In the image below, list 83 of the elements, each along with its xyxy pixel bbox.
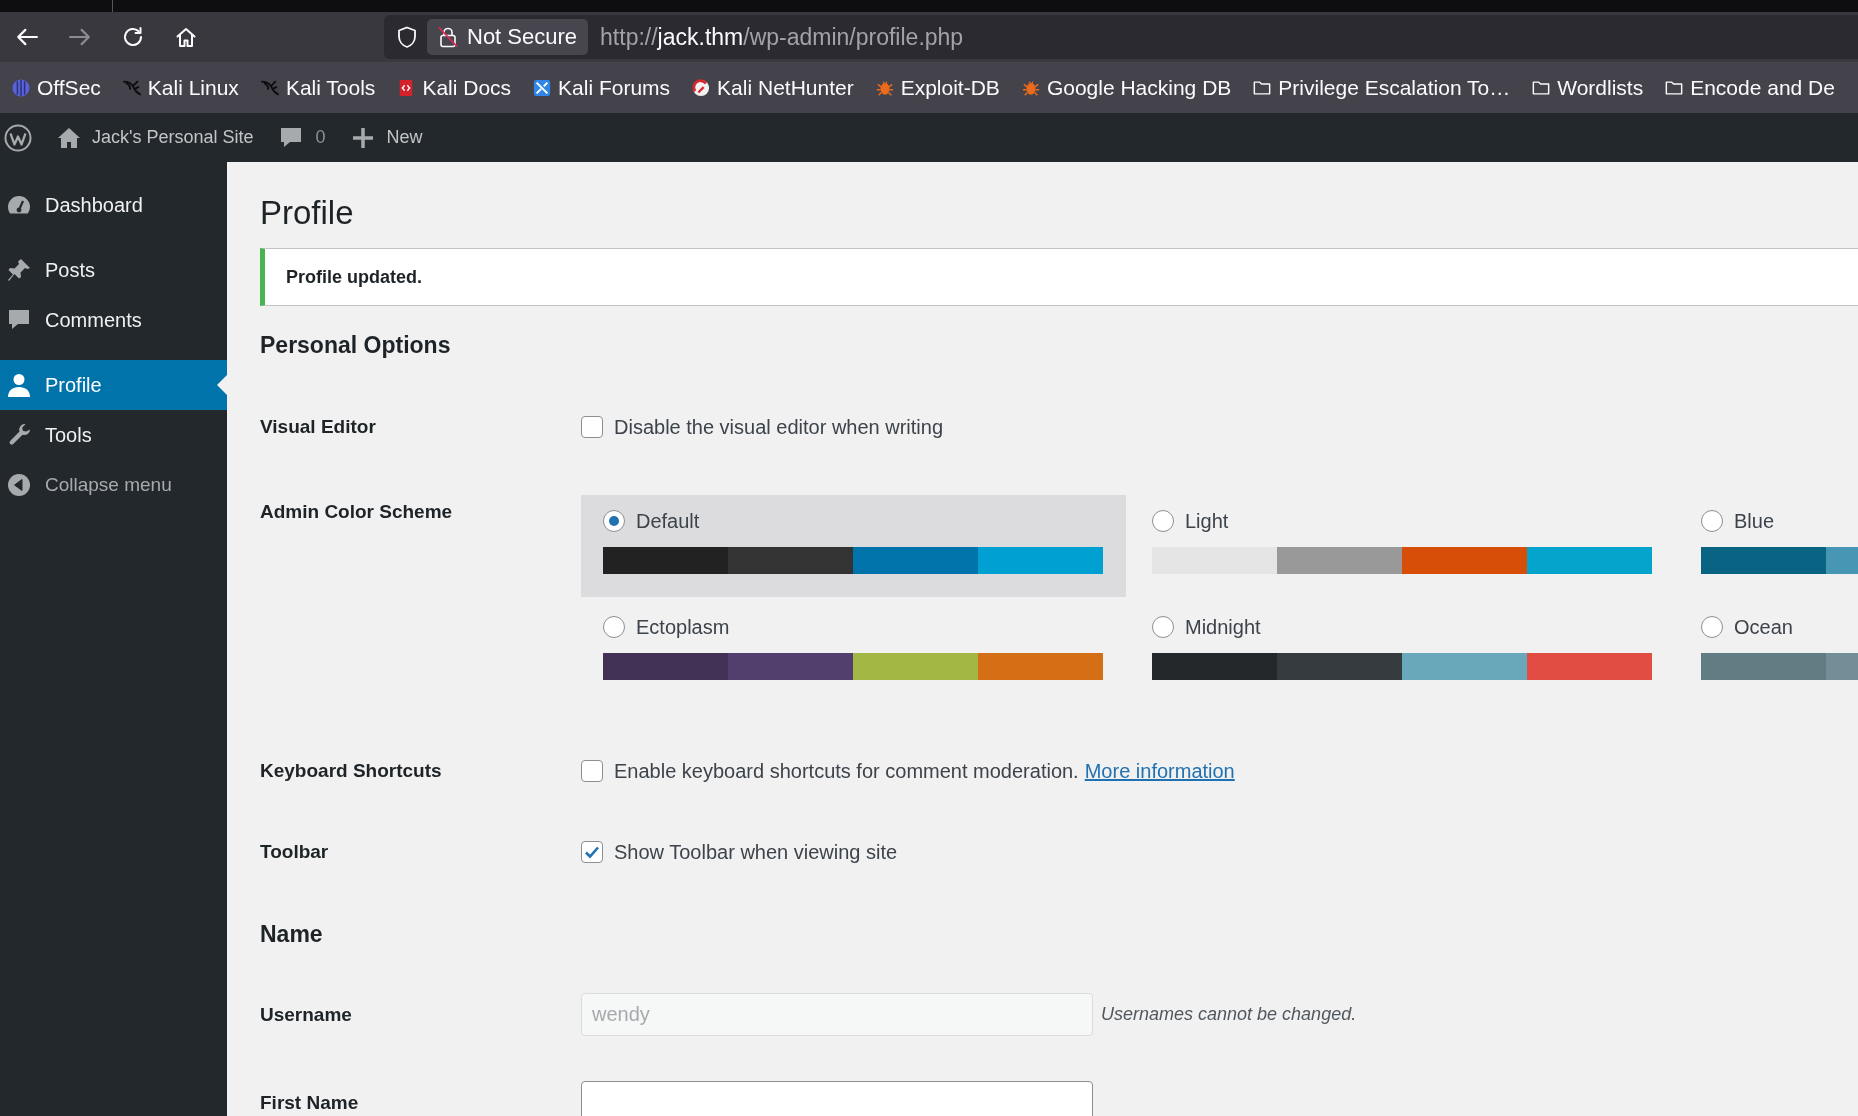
pushpin-icon: [7, 258, 31, 282]
folder-icon: [1665, 78, 1684, 97]
radio-button[interactable]: [1701, 510, 1723, 532]
dragon-icon: [260, 78, 279, 97]
radio-button[interactable]: [1152, 616, 1174, 638]
gauge-icon: [7, 193, 31, 217]
bookmark[interactable]: Kali Docs: [392, 69, 517, 106]
crossed-lock-icon: [437, 26, 459, 48]
field-label: Visual Editor: [260, 415, 376, 439]
field-label: First Name: [260, 1090, 359, 1115]
field-label: Username: [260, 1002, 352, 1027]
checkbox-label: Enable keyboard shortcuts for comment moderation. More information: [614, 759, 1235, 784]
scheme-option[interactable]: Default: [581, 495, 1126, 597]
site-name-link[interactable]: Jack's Personal Site: [57, 126, 254, 149]
new-content-link[interactable]: New: [350, 126, 423, 149]
menu-item[interactable]: Profile: [0, 360, 227, 410]
reload-icon: [122, 27, 144, 47]
success-notice: Profile updated.: [260, 248, 1858, 306]
scheme-name: Ectoplasm: [636, 615, 730, 639]
field-label: Keyboard Shortcuts: [260, 759, 442, 783]
scheme-name: Midnight: [1185, 615, 1261, 639]
checkbox-label: Show Toolbar when viewing site: [614, 840, 898, 865]
tile-icon: [533, 78, 552, 97]
scheme-name: Default: [636, 509, 700, 533]
scheme-name: Ocean: [1734, 615, 1793, 639]
bookmark[interactable]: Exploit-DB: [870, 69, 1005, 106]
scheme-option[interactable]: Midnight: [1130, 601, 1675, 703]
radio-button[interactable]: [1152, 510, 1174, 532]
striped-orb-icon: [12, 78, 30, 97]
address-bar[interactable]: Not Secure http://jack.thm/wp-admin/profile.php: [384, 15, 1858, 59]
person-icon: [7, 373, 31, 397]
section-heading: Personal Options: [260, 331, 452, 359]
field-label: Toolbar: [260, 840, 329, 864]
bookmark[interactable]: Kali NetHunter: [687, 69, 859, 106]
radio-button[interactable]: [603, 510, 625, 532]
folder-icon: [1253, 78, 1272, 97]
checkbox-label: Disable the visual editor when writing: [614, 415, 944, 440]
menu-item[interactable]: Dashboard: [0, 180, 227, 230]
scheme-name: Blue: [1734, 509, 1775, 533]
bookmark[interactable]: Kali Forums: [528, 69, 676, 106]
comments-link[interactable]: 0: [278, 126, 326, 149]
home-icon: [175, 27, 197, 47]
checkbox[interactable]: [581, 841, 603, 863]
bookmark[interactable]: Kali Linux: [117, 69, 244, 106]
checkbox[interactable]: [581, 760, 603, 782]
back-arrow-icon: [16, 27, 38, 47]
speech-bubble-icon: [7, 308, 31, 332]
scheme-option[interactable]: Ocean: [1679, 601, 1858, 703]
bookmark[interactable]: Kali Tools: [255, 69, 381, 106]
field-label: Admin Color Scheme: [260, 500, 453, 524]
scheme-option[interactable]: Light: [1130, 495, 1675, 597]
radio-button[interactable]: [603, 616, 625, 638]
section-heading: Name: [260, 920, 324, 948]
forward-arrow-icon: [69, 27, 91, 47]
shield-icon: [397, 26, 417, 48]
collapse-menu-button[interactable]: Collapse menu: [0, 460, 172, 510]
menu-item[interactable]: Posts: [0, 245, 227, 295]
bookmark-folder[interactable]: Encode and De: [1660, 69, 1840, 106]
bookmark-folder[interactable]: Privilege Escalation To…: [1248, 69, 1516, 106]
bookmark[interactable]: OffSec: [7, 69, 106, 106]
url-text: http://jack.thm/wp-admin/profile.php: [600, 23, 964, 51]
arc-emblem-icon: [692, 78, 711, 97]
dragon-icon: [122, 78, 141, 97]
scheme-option[interactable]: Ectoplasm: [581, 601, 1126, 703]
field-description: Usernames cannot be changed.: [1101, 1004, 1357, 1025]
plus-icon: [350, 126, 375, 149]
wrench-icon: [7, 423, 31, 447]
more-info-link[interactable]: More information: [1084, 760, 1235, 782]
security-indicator[interactable]: Not Secure: [427, 19, 589, 55]
bookmark-folder[interactable]: Wordlists: [1527, 69, 1649, 106]
menu-item[interactable]: Tools: [0, 410, 227, 460]
folder-icon: [1532, 78, 1551, 97]
logo-icon[interactable]: [4, 123, 32, 152]
checkbox[interactable]: [581, 416, 603, 438]
scheme-name: Light: [1185, 509, 1229, 533]
radio-button[interactable]: [1701, 616, 1723, 638]
bookmark[interactable]: Google Hacking DB: [1016, 69, 1237, 106]
scheme-option[interactable]: Blue: [1679, 495, 1858, 597]
page-title: Profile: [260, 195, 355, 231]
house-icon: [57, 126, 81, 149]
menu-item[interactable]: Comments: [0, 295, 227, 345]
speech-bubble-icon: [278, 126, 303, 149]
text-input[interactable]: [581, 1081, 1093, 1116]
